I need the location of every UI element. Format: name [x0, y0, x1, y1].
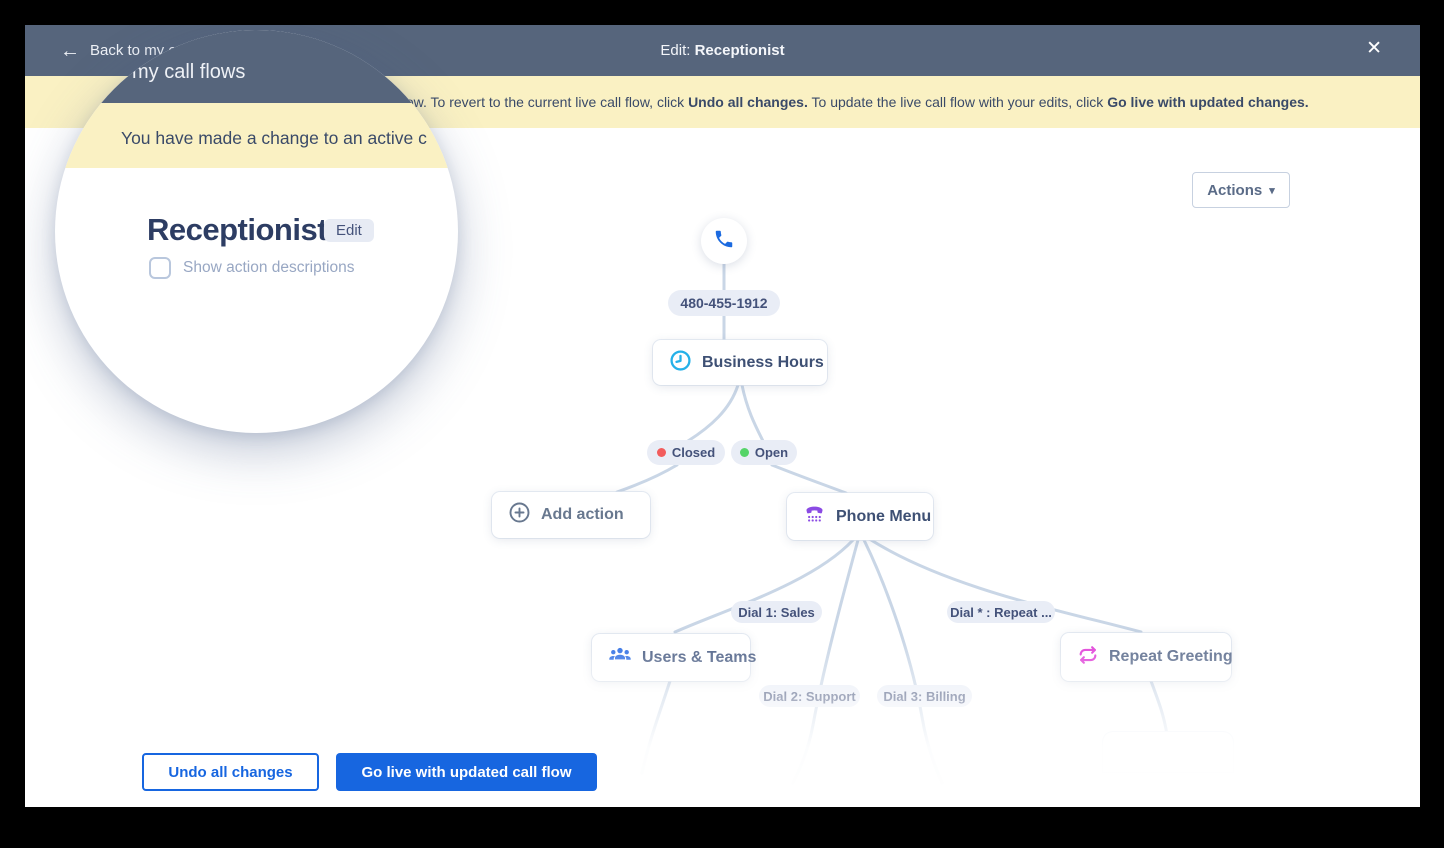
add-action-node[interactable]: Add action [492, 492, 650, 538]
spotlight-banner-text: You have made a change to an active c [121, 128, 427, 149]
phone-menu-node[interactable]: Phone Menu [787, 493, 933, 540]
phone-number-badge: 480-455-1912 [668, 290, 780, 316]
spotlight-overlay: my call flows You have made a change to … [55, 30, 458, 433]
phone-icon [713, 228, 735, 255]
open-label: Open [755, 445, 788, 460]
open-dot-icon [740, 448, 749, 457]
open-branch-badge: Open [731, 440, 797, 465]
call-flow-editor-window: 480-455-1912 Business Hours Closed Open … [25, 25, 1420, 807]
dial-star-repeat-label: Dial * : Repeat ... [947, 601, 1055, 623]
users-teams-node[interactable]: Users & Teams [592, 634, 750, 681]
closed-dot-icon [657, 448, 666, 457]
spotlight-nav-text: my call flows [132, 61, 245, 84]
users-teams-label: Users & Teams [642, 649, 756, 667]
users-group-icon [608, 643, 632, 672]
close-icon[interactable]: ✕ [1366, 39, 1382, 58]
closed-label: Closed [672, 445, 715, 460]
repeat-greeting-node[interactable]: Repeat Greeting [1061, 633, 1231, 681]
closed-branch-badge: Closed [647, 440, 725, 465]
business-hours-label: Business Hours [702, 354, 824, 372]
add-action-label: Add action [541, 506, 624, 524]
show-descriptions-checkbox[interactable] [149, 257, 171, 279]
actions-dropdown-button[interactable]: Actions ▾ [1192, 172, 1290, 208]
undo-all-changes-button[interactable]: Undo all changes [142, 753, 319, 791]
repeat-greeting-label: Repeat Greeting [1109, 648, 1233, 666]
actions-button-label: Actions [1207, 182, 1262, 199]
entry-point-node[interactable] [701, 218, 747, 264]
phone-menu-icon [803, 503, 826, 531]
phone-number: 480-455-1912 [680, 295, 767, 311]
plus-circle-icon [508, 501, 531, 529]
repeat-icon [1077, 644, 1099, 671]
show-descriptions-label: Show action descriptions [183, 259, 354, 277]
edit-title-button[interactable]: Edit [324, 219, 374, 242]
show-descriptions-row: Show action descriptions [149, 257, 354, 279]
phone-menu-label: Phone Menu [836, 508, 931, 526]
dial-2-support-label: Dial 2: Support [759, 685, 860, 707]
call-flow-title: Receptionist [147, 212, 327, 248]
spotlight-header-band [55, 30, 458, 103]
go-live-button[interactable]: Go live with updated call flow [336, 753, 597, 791]
business-hours-node[interactable]: Business Hours [653, 340, 827, 385]
partial-node [1103, 732, 1233, 772]
chevron-down-icon: ▾ [1269, 184, 1275, 197]
clock-icon [669, 349, 692, 377]
dial-3-billing-label: Dial 3: Billing [877, 685, 972, 707]
dial-1-sales-label: Dial 1: Sales [731, 601, 822, 623]
